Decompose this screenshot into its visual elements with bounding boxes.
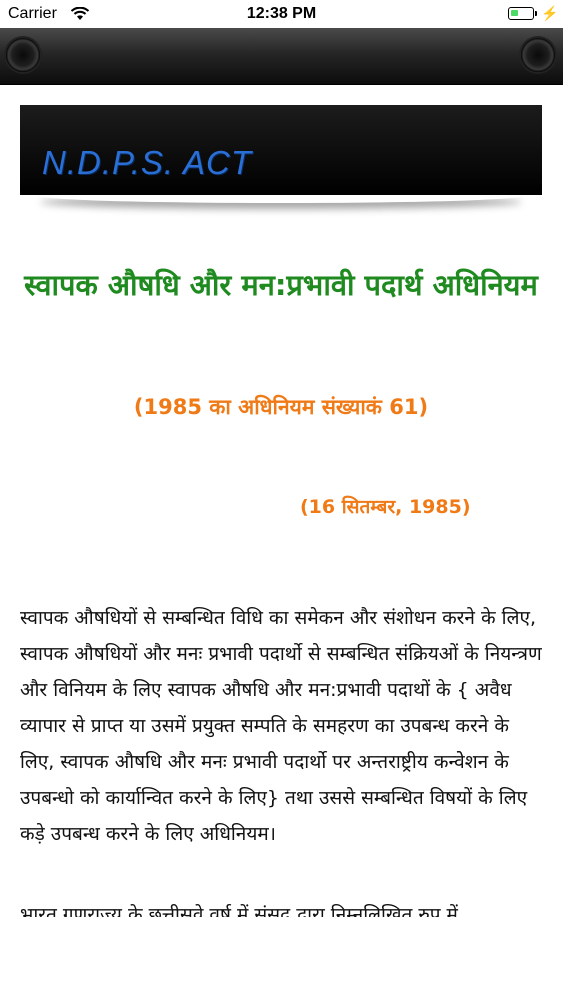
act-date: (16 सितम्बर, 1985) (300, 496, 471, 518)
battery-icon (508, 7, 534, 20)
nav-left-button-icon[interactable] (6, 38, 40, 72)
content-cutoff (0, 917, 563, 1000)
document-content[interactable]: N.D.P.S. ACT स्वापक औषधि और मन:प्रभावी प… (0, 85, 563, 1000)
nav-right-button-icon[interactable] (521, 38, 555, 72)
navigation-bar (0, 28, 563, 85)
act-banner: N.D.P.S. ACT (20, 105, 542, 215)
banner-title: N.D.P.S. ACT (42, 144, 253, 181)
preamble-paragraph: स्वापक औषधियों से सम्बन्धित विधि का समेक… (20, 607, 542, 845)
charging-bolt-icon: ⚡ (541, 5, 559, 21)
act-number: (1985 का अधिनियम संख्याकं 61) (133, 395, 429, 419)
act-title: स्वापक औषधि और मन:प्रभावी पदार्थ अधिनियम (24, 268, 538, 302)
battery-level (511, 10, 518, 16)
status-time: 12:38 PM (246, 5, 317, 22)
battery-cap (535, 11, 537, 16)
status-bar: Carrier 12:38 PM ⚡ (0, 0, 563, 28)
